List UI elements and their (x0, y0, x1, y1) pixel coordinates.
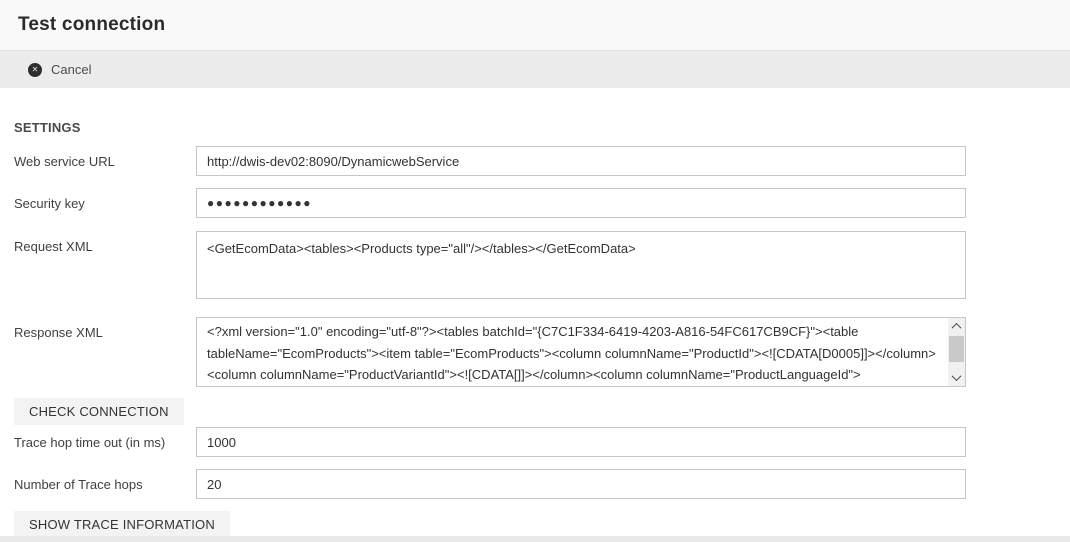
page-title: Test connection (18, 14, 165, 36)
response-xml-label: Response XML (14, 317, 196, 387)
chevron-up-icon (952, 323, 962, 333)
response-xml-box[interactable]: <?xml version="1.0" encoding="utf-8"?><t… (196, 317, 966, 387)
toolbar: ✕ Cancel (0, 51, 1070, 88)
security-key-input[interactable] (196, 188, 966, 218)
response-xml-row: Response XML <?xml version="1.0" encodin… (14, 317, 1070, 387)
page-header: Test connection (0, 0, 1070, 51)
request-xml-row: Request XML (14, 231, 1070, 304)
cancel-button[interactable]: ✕ Cancel (28, 62, 91, 77)
chevron-down-icon (952, 371, 962, 381)
scrollbar-thumb[interactable] (949, 336, 964, 362)
settings-heading: SETTINGS (14, 120, 1070, 135)
cancel-circle-x-icon: ✕ (28, 63, 42, 77)
response-scrollbar[interactable] (948, 318, 965, 386)
bottom-divider (0, 536, 1070, 542)
show-trace-information-button[interactable]: SHOW TRACE INFORMATION (14, 511, 230, 538)
security-key-label: Security key (14, 188, 196, 218)
web-service-url-input[interactable] (196, 146, 966, 176)
scroll-down-button[interactable] (948, 369, 965, 386)
number-of-trace-hops-label: Number of Trace hops (14, 469, 196, 499)
trace-hop-timeout-input[interactable] (196, 427, 966, 457)
trace-hop-timeout-label: Trace hop time out (in ms) (14, 427, 196, 457)
trace-hop-timeout-row: Trace hop time out (in ms) (14, 427, 1070, 457)
scroll-up-button[interactable] (948, 318, 965, 335)
cancel-button-label: Cancel (51, 62, 91, 77)
number-of-trace-hops-row: Number of Trace hops (14, 469, 1070, 499)
settings-form: SETTINGS Web service URL Security key Re… (0, 120, 1070, 538)
request-xml-textarea[interactable] (196, 231, 966, 299)
check-connection-button[interactable]: CHECK CONNECTION (14, 398, 184, 425)
request-xml-label: Request XML (14, 231, 196, 304)
web-service-url-label: Web service URL (14, 146, 196, 176)
response-xml-content: <?xml version="1.0" encoding="utf-8"?><t… (197, 318, 948, 386)
web-service-url-row: Web service URL (14, 146, 1070, 176)
security-key-row: Security key (14, 188, 1070, 218)
number-of-trace-hops-input[interactable] (196, 469, 966, 499)
